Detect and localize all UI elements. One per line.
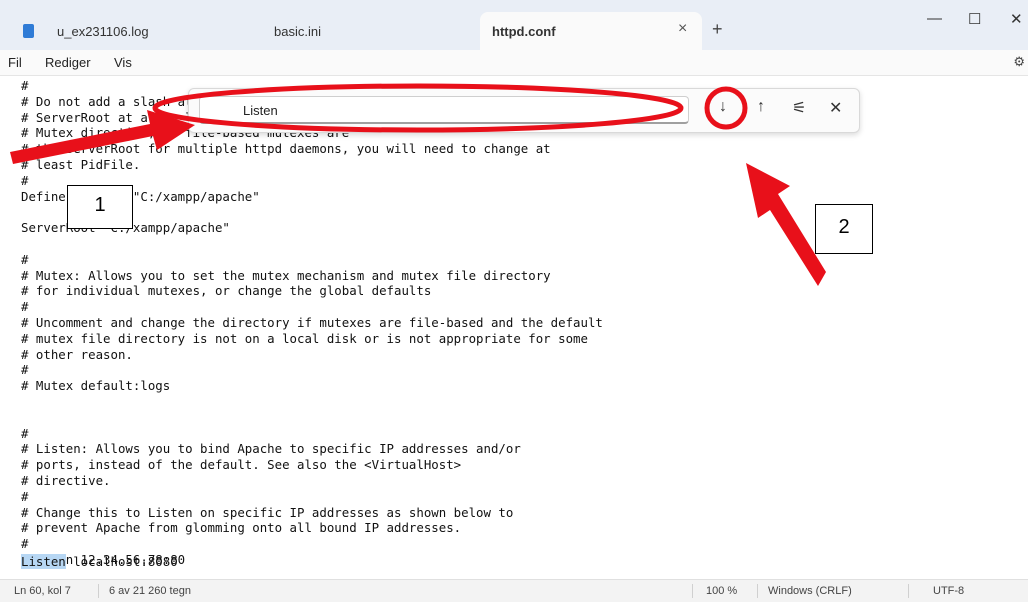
- editor-line: #: [21, 299, 29, 315]
- editor-line: # mutex file directory is not on a local…: [21, 330, 588, 346]
- menu-edit[interactable]: Rediger: [45, 55, 91, 70]
- find-bar: Listen ↓ ↑ ⚟ ✕: [188, 88, 860, 133]
- new-tab-button[interactable]: +: [712, 19, 723, 40]
- editor-line: # for individual mutexes, or change the …: [21, 283, 432, 299]
- cursor-position: Ln 60, kol 7: [14, 585, 71, 597]
- editor-line: #: [21, 536, 29, 552]
- menu-bar: Fil Rediger Vis ⚙: [0, 50, 1028, 76]
- menu-view[interactable]: Vis: [114, 55, 132, 70]
- search-input[interactable]: Listen: [199, 96, 689, 124]
- maximize-button[interactable]: ☐: [968, 10, 981, 28]
- editor-line: # Mutex: Allows you to set the mutex mec…: [21, 267, 551, 283]
- close-button[interactable]: ✕: [1010, 10, 1023, 28]
- editor-line: #: [21, 362, 29, 378]
- status-divider: [98, 584, 99, 598]
- status-bar: Ln 60, kol 7 6 av 21 260 tegn 100 % Wind…: [0, 579, 1028, 602]
- menu-file[interactable]: Fil: [8, 55, 22, 70]
- editor-line: # least PidFile.: [21, 157, 141, 172]
- editor-line: #: [21, 251, 29, 267]
- editor-line: # Listen: Allows you to bind Apache to s…: [21, 441, 521, 457]
- annotation-label-2: 2: [815, 204, 873, 254]
- tab-label: u_ex231106.log: [57, 24, 149, 39]
- editor-line: # the ServerRoot for multiple httpd daem…: [21, 141, 551, 157]
- editor-line: # prevent Apache from glomming onto all …: [21, 520, 462, 536]
- search-match-highlight: Listen: [21, 554, 66, 569]
- find-previous-button[interactable]: ↑: [757, 98, 765, 116]
- encoding[interactable]: UTF-8: [933, 585, 964, 597]
- line-ending[interactable]: Windows (CRLF): [768, 585, 852, 597]
- find-next-button[interactable]: ↓: [719, 98, 727, 116]
- tab-label: basic.ini: [274, 24, 321, 39]
- editor-line: # Mutex default:logs: [21, 378, 171, 394]
- editor-line: # Change this to Listen on specific IP a…: [21, 504, 514, 520]
- annotation-label-1: 1: [67, 185, 133, 229]
- editor-line: Define SRVROOT "C:/xampp/apache": [21, 188, 260, 204]
- editor-line: #: [21, 488, 29, 504]
- tab-httpd-conf[interactable]: httpd.conf ×: [480, 12, 702, 50]
- find-close-button[interactable]: ✕: [829, 98, 842, 118]
- status-divider: [692, 584, 693, 598]
- minimize-button[interactable]: —: [927, 10, 942, 27]
- status-divider: [757, 584, 758, 598]
- tab-bar: u_ex231106.log basic.ini httpd.conf × + …: [0, 0, 1028, 50]
- tab-close-icon[interactable]: ×: [678, 20, 687, 38]
- editor-line: #: [21, 425, 29, 441]
- editor-line: # Do not add a slash at: [21, 93, 193, 109]
- editor-line: # ServerRoot at a non-l: [21, 109, 193, 125]
- editor-line: #: [21, 172, 29, 188]
- text-editor[interactable]: # # Do not add a slash at # ServerRoot at …: [0, 76, 1028, 579]
- annotation-label-text: 1: [94, 194, 106, 216]
- zoom-level[interactable]: 100 %: [706, 585, 737, 597]
- tab-log-file[interactable]: u_ex231106.log: [45, 12, 245, 50]
- line-text: localhost:8080: [65, 554, 178, 569]
- tab-label: httpd.conf: [492, 24, 556, 39]
- editor-line: # other reason.: [21, 346, 133, 362]
- status-divider: [908, 584, 909, 598]
- gear-icon[interactable]: ⚙: [1013, 54, 1025, 70]
- tab-basic-ini[interactable]: basic.ini: [262, 12, 462, 50]
- find-options-button[interactable]: ⚟: [792, 98, 806, 118]
- annotation-label-text: 2: [838, 216, 850, 238]
- editor-line: # Uncomment and change the directory if …: [21, 315, 603, 330]
- search-input-value: Listen: [243, 103, 278, 118]
- editor-line: Listen localhost:8080: [21, 554, 178, 569]
- editor-line: # ports, instead of the default. See als…: [21, 457, 462, 473]
- char-count: 6 av 21 260 tegn: [109, 585, 191, 597]
- notepad-app-icon: [23, 24, 34, 38]
- editor-line: #: [21, 78, 29, 93]
- editor-line: # directive.: [21, 473, 111, 488]
